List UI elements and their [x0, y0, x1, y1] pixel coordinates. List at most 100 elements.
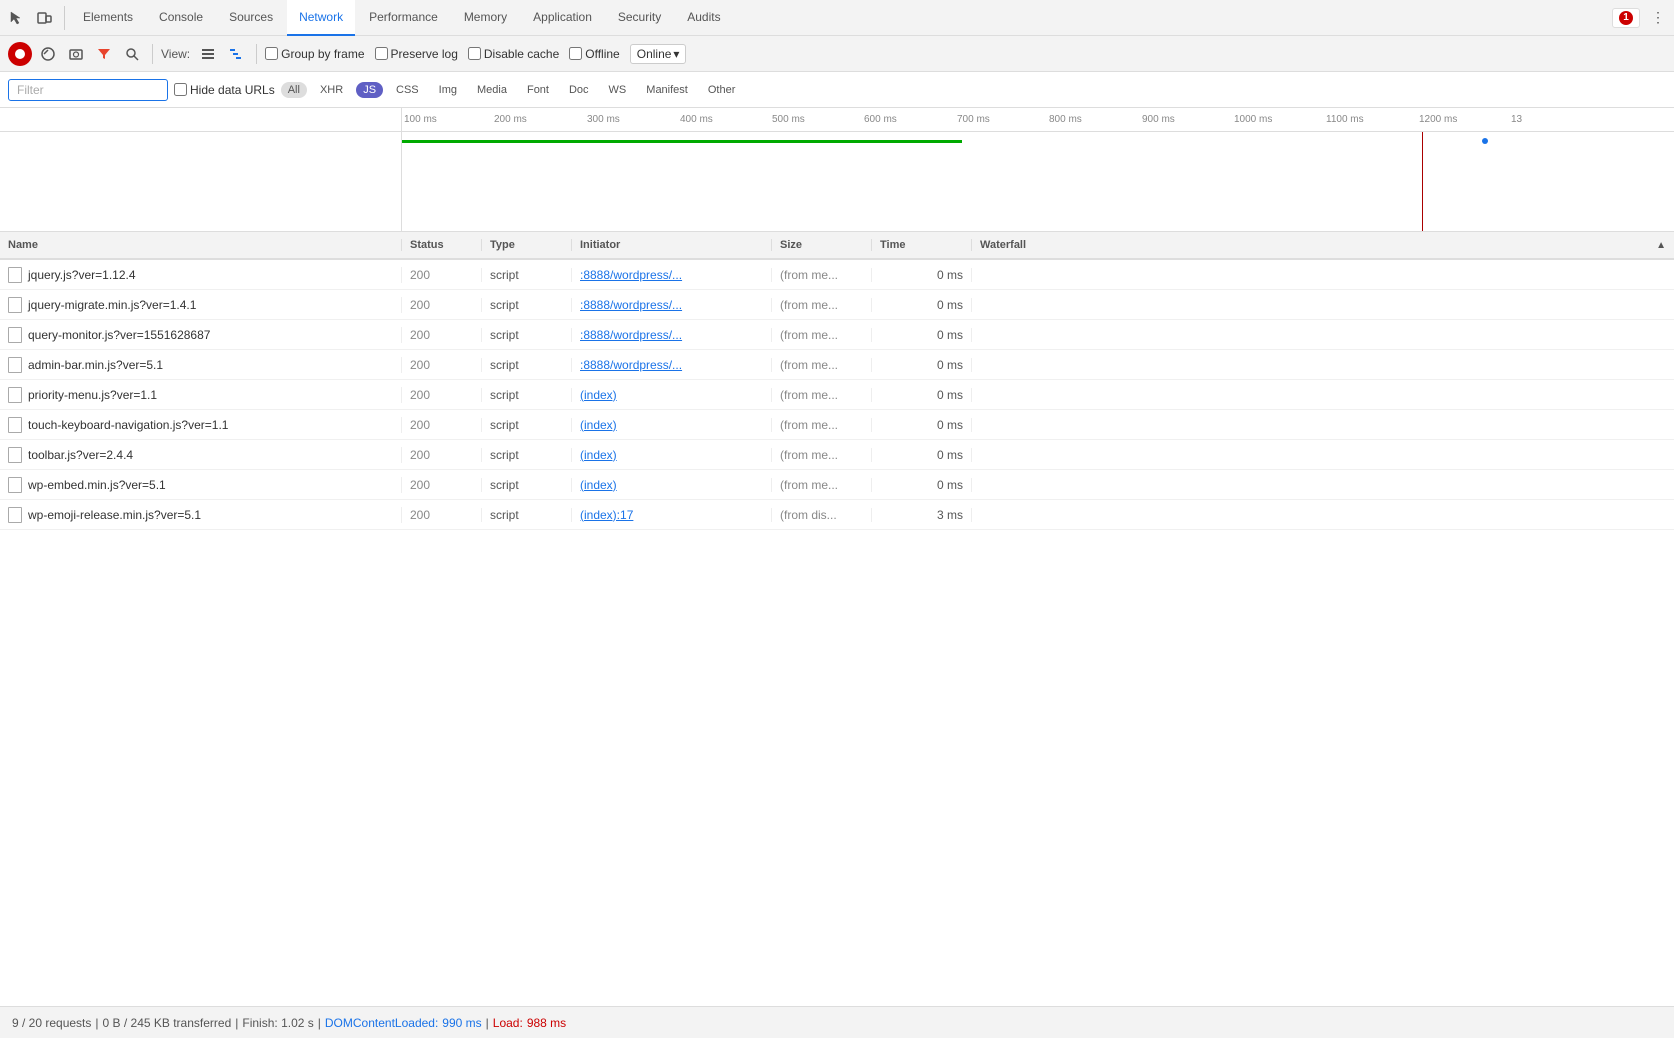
file-icon	[8, 357, 22, 373]
timeline-chart	[0, 132, 1674, 232]
throttle-select[interactable]: Online ▾	[630, 44, 687, 64]
row-initiator-5[interactable]: (index)	[572, 418, 772, 432]
waterfall-view-icon[interactable]	[224, 42, 248, 66]
row-name-5: touch-keyboard-navigation.js?ver=1.1	[0, 417, 402, 433]
table-row[interactable]: toolbar.js?ver=2.4.4 200 script (index) …	[0, 440, 1674, 470]
row-size-4: (from me...	[772, 388, 872, 402]
filter-js-button[interactable]: JS	[356, 82, 383, 98]
row-time-3: 0 ms	[872, 358, 972, 372]
disable-cache-toggle[interactable]: Disable cache	[468, 47, 559, 61]
filter-input[interactable]	[8, 79, 168, 101]
preserve-log-toggle[interactable]: Preserve log	[375, 47, 458, 61]
table-row[interactable]: wp-emoji-release.min.js?ver=5.1 200 scri…	[0, 500, 1674, 530]
filter-all-button[interactable]: All	[281, 82, 307, 98]
column-header-size[interactable]: Size	[772, 239, 872, 251]
nav-right-area: 1 ⋮	[1612, 6, 1670, 30]
requests-count: 9 / 20 requests	[12, 1016, 91, 1030]
filter-ws-button[interactable]: WS	[602, 82, 634, 98]
row-time-0: 0 ms	[872, 268, 972, 282]
sort-arrow-icon: ▲	[1656, 240, 1666, 251]
tab-console[interactable]: Console	[147, 0, 215, 36]
column-header-type[interactable]: Type	[482, 239, 572, 251]
dom-content-loaded-value: 990 ms	[442, 1016, 481, 1030]
row-size-2: (from me...	[772, 328, 872, 342]
offline-checkbox[interactable]	[569, 47, 582, 60]
table-row[interactable]: admin-bar.min.js?ver=5.1 200 script :888…	[0, 350, 1674, 380]
table-row[interactable]: jquery-migrate.min.js?ver=1.4.1 200 scri…	[0, 290, 1674, 320]
row-initiator-7[interactable]: (index)	[572, 478, 772, 492]
hide-data-urls-checkbox[interactable]	[174, 83, 187, 96]
column-header-initiator[interactable]: Initiator	[572, 239, 772, 251]
column-header-status[interactable]: Status	[402, 239, 482, 251]
row-size-6: (from me...	[772, 448, 872, 462]
tab-application[interactable]: Application	[521, 0, 604, 36]
filter-icon[interactable]	[92, 42, 116, 66]
row-initiator-1[interactable]: :8888/wordpress/...	[572, 298, 772, 312]
column-header-name[interactable]: Name	[0, 239, 402, 251]
tab-performance[interactable]: Performance	[357, 0, 450, 36]
row-initiator-4[interactable]: (index)	[572, 388, 772, 402]
table-row[interactable]: wp-embed.min.js?ver=5.1 200 script (inde…	[0, 470, 1674, 500]
list-view-icon[interactable]	[196, 42, 220, 66]
search-icon[interactable]	[120, 42, 144, 66]
load-marker	[1482, 138, 1488, 144]
tab-sources[interactable]: Sources	[217, 0, 285, 36]
tab-audits[interactable]: Audits	[675, 0, 732, 36]
tab-memory[interactable]: Memory	[452, 0, 519, 36]
table-row[interactable]: touch-keyboard-navigation.js?ver=1.1 200…	[0, 410, 1674, 440]
row-initiator-2[interactable]: :8888/wordpress/...	[572, 328, 772, 342]
hide-data-urls-toggle[interactable]: Hide data URLs	[174, 83, 275, 97]
row-initiator-3[interactable]: :8888/wordpress/...	[572, 358, 772, 372]
row-time-6: 0 ms	[872, 448, 972, 462]
tick-100ms: 100 ms	[404, 114, 437, 125]
row-name-3: admin-bar.min.js?ver=5.1	[0, 357, 402, 373]
cursor-icon[interactable]	[4, 6, 28, 30]
group-by-frame-checkbox[interactable]	[265, 47, 278, 60]
group-by-frame-toggle[interactable]: Group by frame	[265, 47, 364, 61]
filter-manifest-button[interactable]: Manifest	[639, 82, 695, 98]
devtools-icons	[4, 6, 65, 30]
column-header-time[interactable]: Time	[872, 239, 972, 251]
file-icon	[8, 267, 22, 283]
preserve-log-checkbox[interactable]	[375, 47, 388, 60]
table-row[interactable]: priority-menu.js?ver=1.1 200 script (ind…	[0, 380, 1674, 410]
more-options-icon[interactable]: ⋮	[1646, 6, 1670, 30]
row-initiator-0[interactable]: :8888/wordpress/...	[572, 268, 772, 282]
filter-media-button[interactable]: Media	[470, 82, 514, 98]
ruler-ticks: 100 ms 200 ms 300 ms 400 ms 500 ms 600 m…	[402, 108, 1674, 131]
offline-toggle[interactable]: Offline	[569, 47, 619, 61]
row-status-0: 200	[402, 268, 482, 282]
tab-network[interactable]: Network	[287, 0, 355, 36]
tab-security[interactable]: Security	[606, 0, 673, 36]
tab-elements[interactable]: Elements	[71, 0, 145, 36]
filter-img-button[interactable]: Img	[432, 82, 464, 98]
chart-right	[402, 132, 1674, 231]
top-navigation: Elements Console Sources Network Perform…	[0, 0, 1674, 36]
row-initiator-8[interactable]: (index):17	[572, 508, 772, 522]
file-icon	[8, 447, 22, 463]
row-status-1: 200	[402, 298, 482, 312]
filter-xhr-button[interactable]: XHR	[313, 82, 350, 98]
separator-1: |	[95, 1016, 98, 1030]
filter-doc-button[interactable]: Doc	[562, 82, 596, 98]
row-name-8: wp-emoji-release.min.js?ver=5.1	[0, 507, 402, 523]
tick-300ms: 300 ms	[587, 114, 620, 125]
column-header-waterfall[interactable]: Waterfall ▲	[972, 239, 1674, 251]
transferred-info: 0 B / 245 KB transferred	[103, 1016, 232, 1030]
main-content: 100 ms 200 ms 300 ms 400 ms 500 ms 600 m…	[0, 108, 1674, 1006]
file-icon	[8, 297, 22, 313]
file-icon	[8, 387, 22, 403]
table-row[interactable]: jquery.js?ver=1.12.4 200 script :8888/wo…	[0, 260, 1674, 290]
filter-other-button[interactable]: Other	[701, 82, 743, 98]
table-row[interactable]: query-monitor.js?ver=1551628687 200 scri…	[0, 320, 1674, 350]
error-badge[interactable]: 1	[1612, 8, 1640, 28]
filter-font-button[interactable]: Font	[520, 82, 556, 98]
capture-screenshot-button[interactable]	[64, 42, 88, 66]
device-toggle-icon[interactable]	[32, 6, 56, 30]
row-time-5: 0 ms	[872, 418, 972, 432]
stop-recording-button[interactable]	[36, 42, 60, 66]
filter-css-button[interactable]: CSS	[389, 82, 426, 98]
record-button[interactable]	[8, 42, 32, 66]
disable-cache-checkbox[interactable]	[468, 47, 481, 60]
row-initiator-6[interactable]: (index)	[572, 448, 772, 462]
